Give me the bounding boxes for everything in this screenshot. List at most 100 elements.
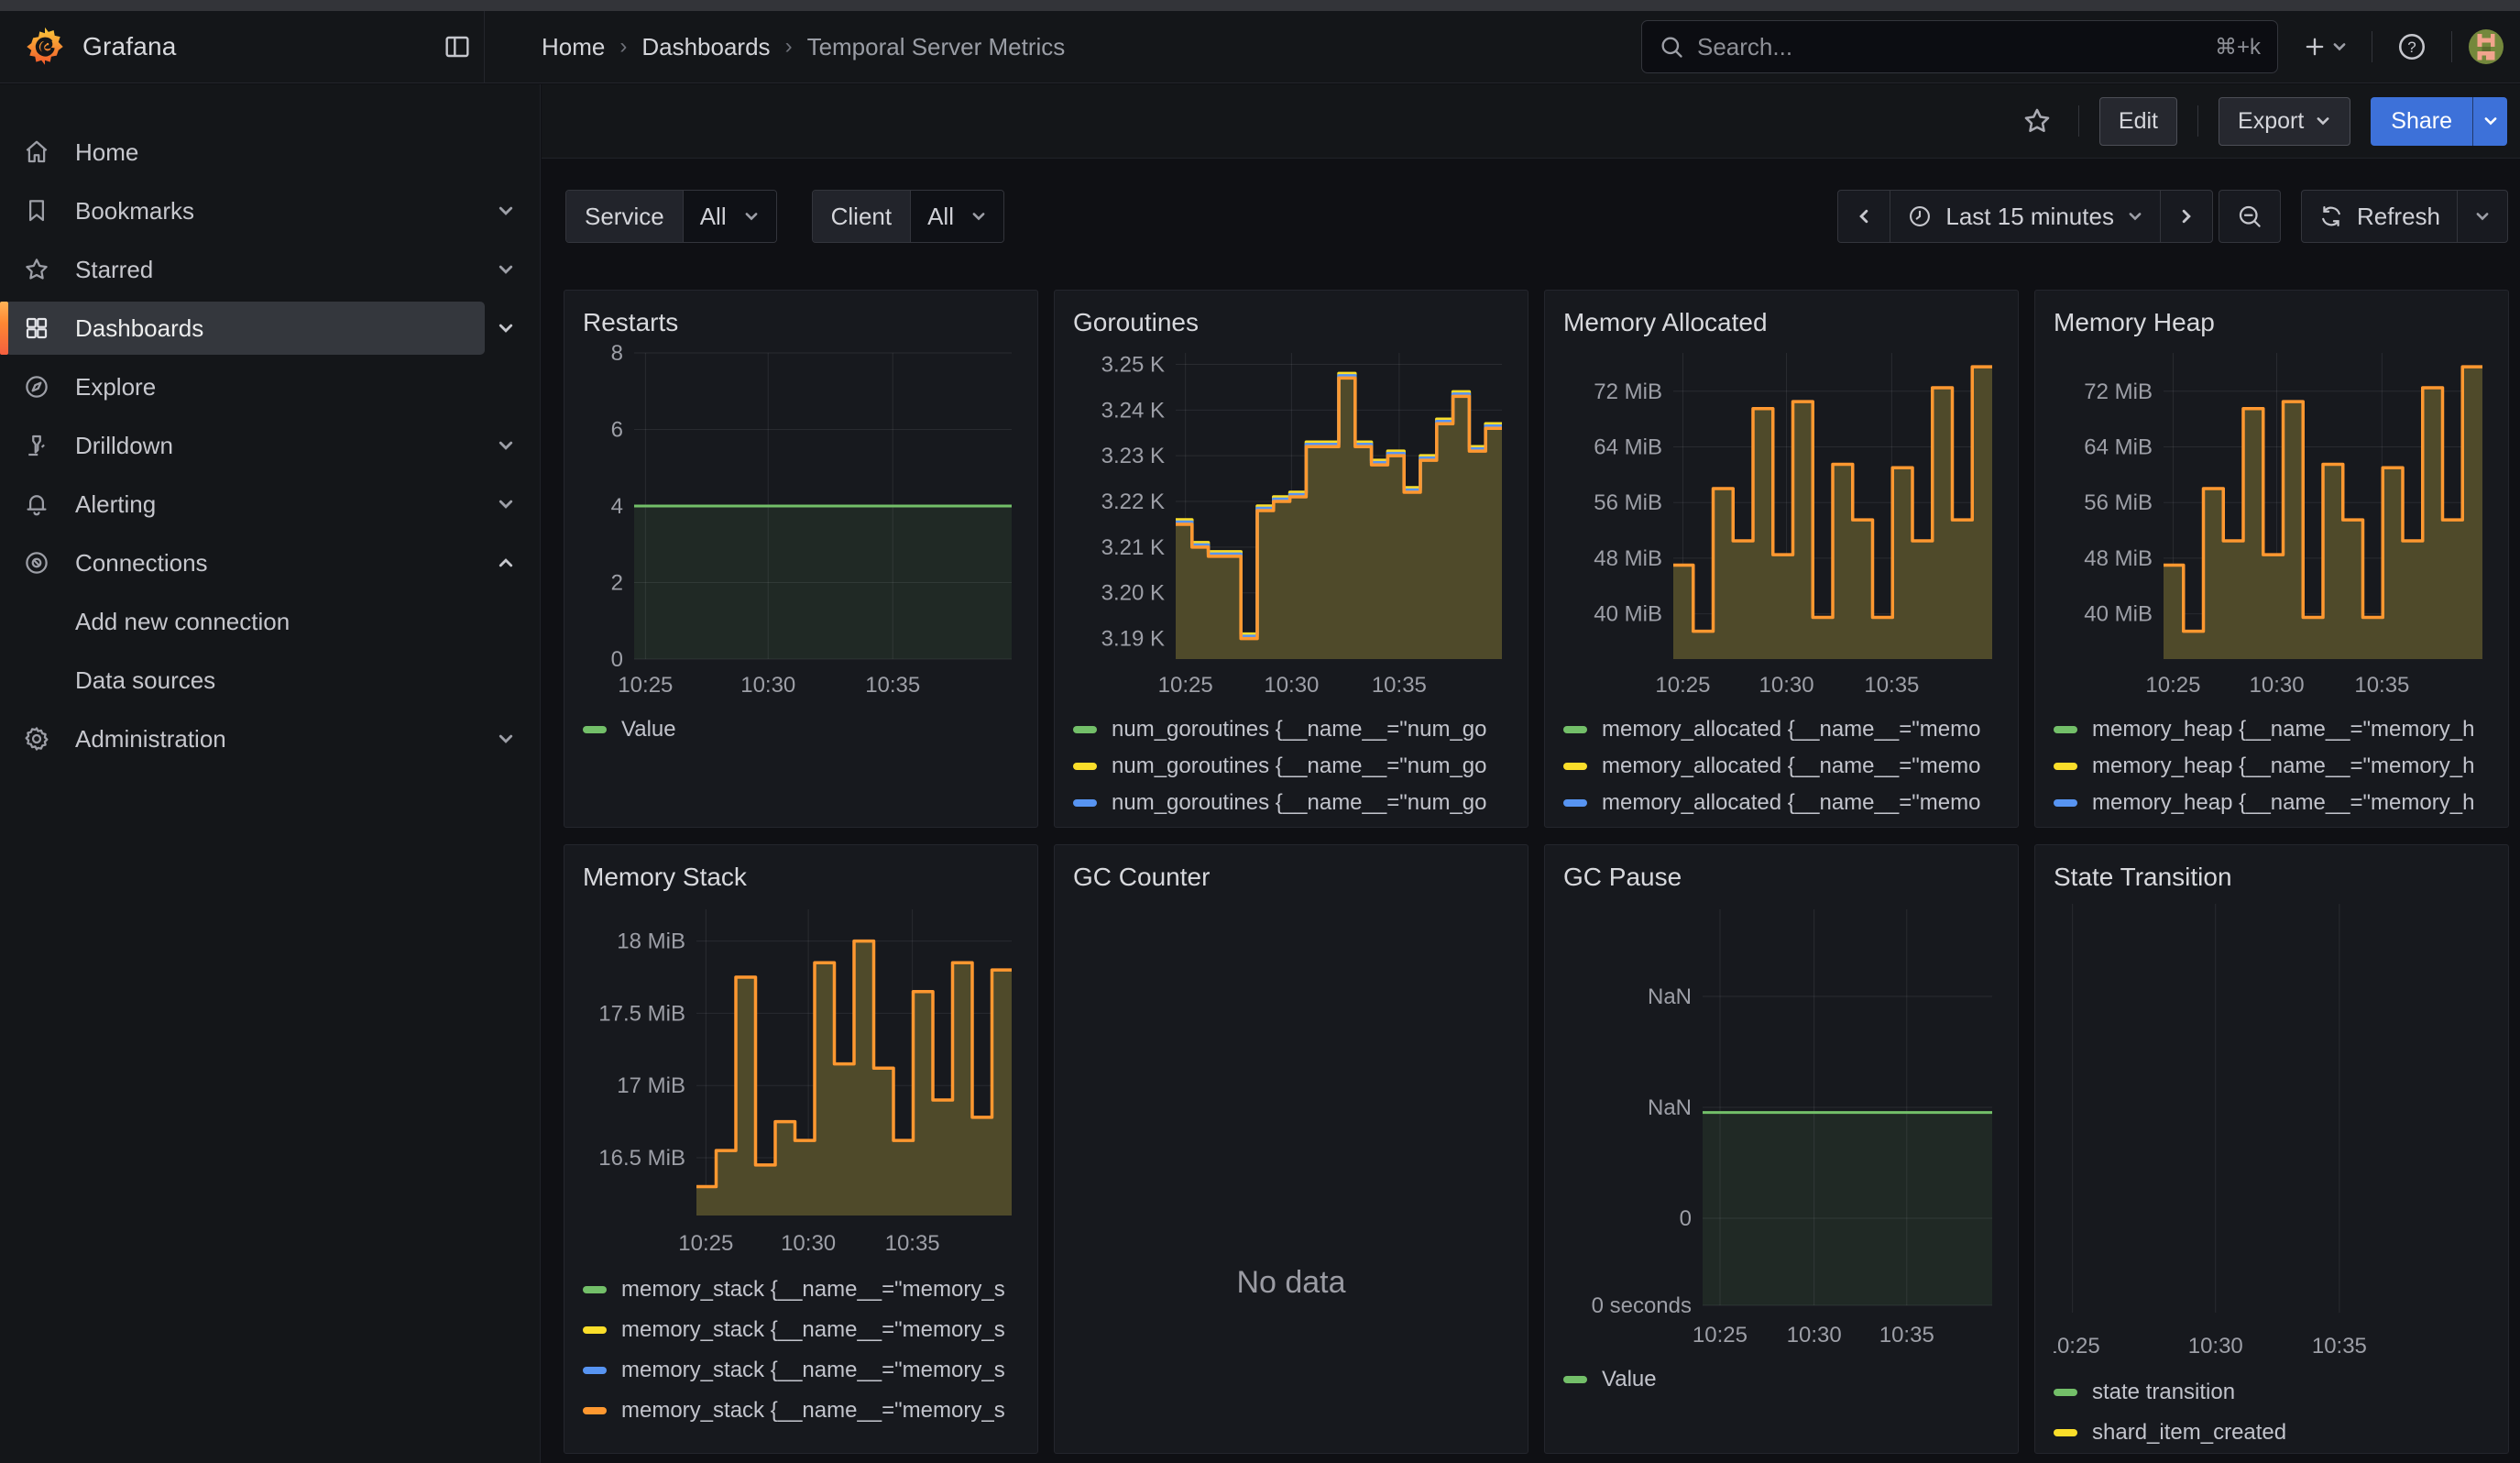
service-variable-select[interactable]: Service All (565, 190, 777, 243)
panel-title[interactable]: Memory Allocated (1563, 303, 2000, 342)
refresh-interval-dropdown[interactable] (2457, 191, 2507, 242)
help-button[interactable]: ? (2389, 23, 2435, 71)
legend-item[interactable]: memory_allocated {__name__="memo (1563, 821, 2000, 828)
legend-item[interactable]: num_goroutines {__name__="num_go (1073, 821, 1509, 828)
svg-text:2: 2 (611, 571, 623, 596)
legend-item[interactable]: memory_allocated {__name__="memo (1563, 711, 2000, 748)
client-variable-select[interactable]: Client All (812, 190, 1004, 243)
chevron-down-icon[interactable] (485, 248, 527, 291)
zoom-out-button[interactable] (2219, 191, 2280, 242)
sidebar-item-bookmarks-button[interactable]: Bookmarks (5, 184, 485, 237)
time-shift-forward-button[interactable] (2160, 191, 2212, 242)
goroutines-chart[interactable]: 10:2510:3010:353.25 K3.24 K3.23 K3.22 K3… (1073, 342, 1511, 705)
chevron-down-icon[interactable] (485, 307, 527, 349)
memory-heap-chart[interactable]: 10:2510:3010:3572 MiB64 MiB56 MiB48 MiB4… (2054, 342, 2492, 705)
legend-item[interactable]: memory_heap {__name__="memory_h (2054, 785, 2490, 821)
panel-title[interactable]: GC Pause (1563, 858, 2000, 896)
restarts-chart[interactable]: 10:2510:3010:3586420 (583, 342, 1021, 705)
svg-text:10:35: 10:35 (2354, 673, 2409, 698)
brand: Grafana (0, 20, 484, 73)
legend-item[interactable]: Value (583, 711, 1019, 748)
panel-title[interactable]: Memory Stack (583, 858, 1019, 896)
chevron-down-icon[interactable] (485, 424, 527, 467)
avatar[interactable] (2469, 29, 2504, 64)
chevron-down-icon[interactable] (485, 483, 527, 525)
active-accent-bar (0, 302, 8, 355)
panel-title[interactable]: Memory Heap (2054, 303, 2490, 342)
legend-item[interactable]: shard_item_created (2054, 1413, 2490, 1453)
state-transition-chart[interactable]: 10:2510:3010:35 (2054, 896, 2492, 1366)
sidebar-item-drilldown-button[interactable]: Drilldown (5, 419, 485, 472)
svg-text:16.5 MiB: 16.5 MiB (598, 1146, 685, 1171)
legend-swatch (583, 1286, 607, 1293)
legend-item[interactable]: memory_heap {__name__="memory_h (2054, 748, 2490, 785)
sidebar-item-label: Explore (75, 373, 156, 402)
sidebar-item-alerting: Alerting (0, 475, 540, 534)
breadcrumb-dashboards[interactable]: Dashboards (641, 33, 770, 61)
legend-item[interactable]: num_goroutines {__name__="num_go (1073, 711, 1509, 748)
sidebar-item-connections-button[interactable]: Connections (5, 536, 485, 589)
legend-item[interactable]: memory_stack {__name__="memory_s (583, 1270, 1019, 1310)
sidebar-item-add-new-connection-button[interactable]: Add new connection (5, 595, 527, 648)
legend-label: num_goroutines {__name__="num_go (1112, 790, 1487, 816)
export-label: Export (2238, 108, 2304, 135)
panel-title[interactable]: GC Counter (1073, 858, 1509, 896)
sidebar-item-explore-button[interactable]: Explore (5, 360, 527, 413)
gc-pause-chart[interactable]: 10:2510:3010:35NaNNaN00 seconds (1563, 896, 2001, 1355)
svg-text:3.21 K: 3.21 K (1101, 535, 1165, 560)
svg-text:10:35: 10:35 (1879, 1323, 1934, 1348)
sidebar-item-alerting-button[interactable]: Alerting (5, 478, 485, 531)
panel-title[interactable]: Restarts (583, 303, 1019, 342)
sidebar-item-label: Dashboards (75, 314, 203, 343)
panel-memory-heap: Memory Heap 10:2510:3010:3572 MiB64 MiB5… (2034, 290, 2509, 828)
chevron-right-icon (2177, 207, 2196, 226)
sidebar-item-home-button[interactable]: Home (5, 126, 527, 179)
memory-allocated-chart[interactable]: 10:2510:3010:3572 MiB64 MiB56 MiB48 MiB4… (1563, 342, 2001, 705)
edit-button[interactable]: Edit (2099, 97, 2177, 146)
legend-item[interactable]: memory_allocated {__name__="memo (1563, 785, 2000, 821)
sidebar-item-data-sources-button[interactable]: Data sources (5, 654, 527, 707)
svg-text:64 MiB: 64 MiB (1594, 434, 1662, 459)
search-input[interactable]: Search... ⌘+k (1641, 20, 2278, 73)
add-new-button[interactable] (2295, 23, 2355, 71)
share-dropdown-button[interactable] (2472, 97, 2507, 146)
grafana-logo-icon[interactable] (24, 26, 66, 68)
search-icon (1659, 34, 1684, 60)
panel-title[interactable]: Goroutines (1073, 303, 1509, 342)
dashboard-toolbar: Edit Export Share (542, 84, 2520, 159)
legend-item[interactable]: state transition (2054, 1372, 2490, 1413)
share-button[interactable]: Share (2371, 97, 2472, 146)
favorite-star-icon[interactable] (2016, 105, 2058, 137)
chevron-up-icon[interactable] (485, 542, 527, 584)
legend-item[interactable]: num_goroutines {__name__="num_go (1073, 785, 1509, 821)
panel-title[interactable]: State Transition (2054, 858, 2490, 896)
sidebar-item-administration-button[interactable]: Administration (5, 712, 485, 765)
legend-swatch (2054, 799, 2077, 807)
legend-item[interactable]: memory_stack {__name__="memory_s (583, 1391, 1019, 1431)
legend-item[interactable]: num_goroutines {__name__="num_go (1073, 748, 1509, 785)
grafana-app: { "header": { "brand": "Grafana", "bread… (0, 0, 2520, 1463)
sidebar: Home Bookmarks Starred Das (0, 84, 541, 1463)
svg-text:NaN: NaN (1648, 1095, 1692, 1120)
legend-item[interactable]: memory_heap {__name__="memory_h (2054, 821, 2490, 828)
sidebar-collapse-icon[interactable] (431, 20, 484, 73)
chevron-down-icon[interactable] (485, 718, 527, 760)
chevron-down-icon (2331, 38, 2348, 55)
sidebar-item-dashboards-button[interactable]: Dashboards (5, 302, 485, 355)
legend-item[interactable]: memory_allocated {__name__="memo (1563, 748, 2000, 785)
legend-item[interactable]: memory_stack {__name__="memory_s (583, 1310, 1019, 1350)
sidebar-item-starred-button[interactable]: Starred (5, 243, 485, 296)
export-button[interactable]: Export (2219, 97, 2350, 146)
legend-item[interactable]: Value (1563, 1361, 2000, 1398)
refresh-button[interactable]: Refresh (2302, 191, 2457, 242)
svg-text:3.19 K: 3.19 K (1101, 627, 1165, 652)
time-shift-back-button[interactable] (1838, 191, 1890, 242)
memory-stack-chart[interactable]: 10:2510:3010:3518 MiB17.5 MiB17 MiB16.5 … (583, 896, 1021, 1263)
svg-text:3.22 K: 3.22 K (1101, 490, 1165, 514)
time-range-picker[interactable]: Last 15 minutes (1890, 191, 2160, 242)
breadcrumb-home[interactable]: Home (542, 33, 605, 61)
legend-item[interactable]: memory_heap {__name__="memory_h (2054, 711, 2490, 748)
legend-item[interactable]: memory_stack {__name__="memory_s (583, 1350, 1019, 1391)
chevron-down-icon[interactable] (485, 190, 527, 232)
legend: memory_heap {__name__="memory_h memory_h… (2054, 711, 2490, 828)
